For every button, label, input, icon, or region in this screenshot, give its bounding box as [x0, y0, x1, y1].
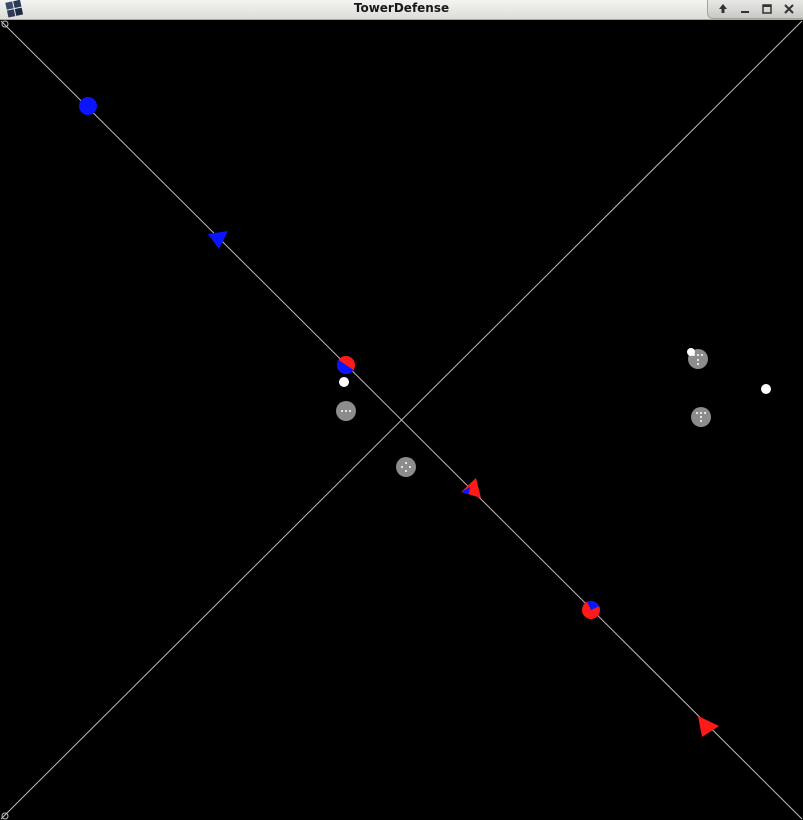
maximize-icon[interactable]	[758, 1, 776, 17]
window-controls	[707, 0, 803, 19]
blue-triangle-unit	[208, 231, 228, 249]
title-bar[interactable]: TowerDefense	[0, 0, 803, 20]
tower[interactable]	[396, 457, 416, 477]
tower[interactable]	[691, 407, 711, 427]
close-icon[interactable]	[780, 1, 798, 17]
corner-marker	[1, 20, 9, 28]
projectile	[339, 377, 349, 387]
tower[interactable]	[336, 401, 356, 421]
app-window: TowerDefense	[0, 0, 803, 820]
minimize-icon[interactable]	[736, 1, 754, 17]
blue-unit	[79, 97, 97, 115]
damaged-unit-half	[337, 356, 355, 374]
projectile	[761, 384, 771, 394]
window-title: TowerDefense	[353, 1, 450, 15]
always-on-top-icon[interactable]	[714, 1, 732, 17]
damaged-unit-quarter	[582, 601, 600, 619]
corner-marker	[1, 812, 9, 820]
game-canvas[interactable]	[0, 20, 803, 820]
projectile	[687, 348, 695, 356]
red-triangle-unit	[461, 478, 481, 498]
